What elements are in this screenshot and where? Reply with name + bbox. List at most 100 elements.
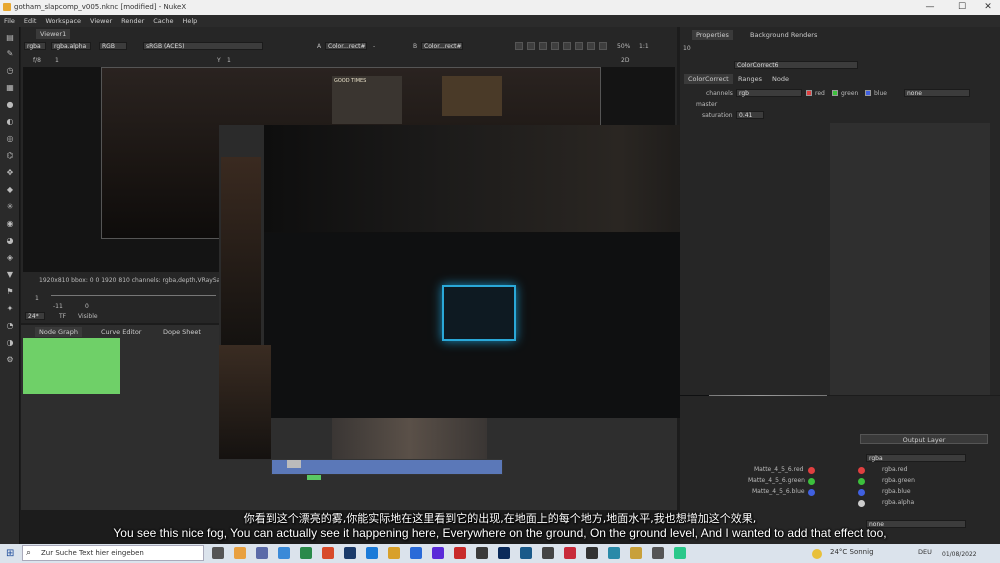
furnace-tool-icon[interactable]: ✦ xyxy=(5,304,15,314)
tab-node-graph[interactable]: Node Graph xyxy=(35,327,82,337)
menu-help[interactable]: Help xyxy=(182,17,197,25)
node-read[interactable] xyxy=(287,460,301,468)
windows-start-icon[interactable]: ⊞ xyxy=(6,548,17,559)
clip-icon[interactable] xyxy=(527,42,535,50)
menu-file[interactable]: File xyxy=(4,17,15,25)
properties-count[interactable]: 10 xyxy=(683,45,691,52)
airmanager-tool-icon[interactable]: ◔ xyxy=(5,321,15,331)
viewer-colorspace-select[interactable]: sRGB (ACES) xyxy=(143,42,263,50)
out-green-dot[interactable] xyxy=(858,478,865,485)
tab-viewer1[interactable]: Viewer1 xyxy=(36,29,71,39)
app-icon-mint[interactable] xyxy=(674,547,686,559)
menu-edit[interactable]: Edit xyxy=(24,17,37,25)
steam-icon[interactable] xyxy=(344,547,356,559)
app-icon-yellow[interactable] xyxy=(630,547,642,559)
chrome-icon[interactable] xyxy=(388,547,400,559)
3d-tool-icon[interactable]: ◆ xyxy=(5,185,15,195)
zoom-level[interactable]: 50% xyxy=(617,43,630,50)
output-layer-select[interactable]: rgba xyxy=(866,454,966,462)
node-group-backdrop[interactable] xyxy=(271,459,503,475)
clock-date[interactable]: 01/08/2022 xyxy=(942,551,977,558)
toolsets-tool-icon[interactable]: ▼ xyxy=(5,270,15,280)
premiere-icon[interactable] xyxy=(476,547,488,559)
other-tool-icon[interactable]: ⚑ xyxy=(5,287,15,297)
input-b-select[interactable]: Color...rect# xyxy=(421,42,463,50)
mail-icon[interactable] xyxy=(278,547,290,559)
transform-tool-icon[interactable]: ✥ xyxy=(5,168,15,178)
filter-tool-icon[interactable]: ◐ xyxy=(5,117,15,127)
views-tool-icon[interactable]: ◕ xyxy=(5,236,15,246)
tf-select[interactable]: TF xyxy=(59,313,66,320)
gain-icon[interactable] xyxy=(551,42,559,50)
view-mode-select[interactable]: 2D xyxy=(621,57,629,64)
particles-tool-icon[interactable]: ✳ xyxy=(5,202,15,212)
weather-text[interactable]: 24°C Sonnig xyxy=(830,548,874,556)
input-a-select[interactable]: Color...rect# xyxy=(325,42,367,50)
matte-red-dot[interactable] xyxy=(808,467,815,474)
overlay-icon[interactable] xyxy=(539,42,547,50)
channel-tool-icon[interactable]: ▦ xyxy=(5,83,15,93)
menu-cache[interactable]: Cache xyxy=(153,17,173,25)
app-icon-orange[interactable] xyxy=(322,547,334,559)
app-icon-gray[interactable] xyxy=(652,547,664,559)
edge-icon[interactable] xyxy=(410,547,422,559)
nuke-taskbar-icon[interactable] xyxy=(542,547,554,559)
viewer-channels-select[interactable]: rgba xyxy=(24,42,46,50)
visual-studio-icon[interactable] xyxy=(432,547,444,559)
merge-tool-icon[interactable]: ⌬ xyxy=(5,151,15,161)
maximize-button[interactable]: ☐ xyxy=(952,2,972,12)
matte-green-dot[interactable] xyxy=(808,478,815,485)
tab-dope-sheet[interactable]: Dope Sheet xyxy=(159,327,205,337)
matte-blue-dot[interactable] xyxy=(808,489,815,496)
tab-curve-editor[interactable]: Curve Editor xyxy=(97,327,145,337)
fps-select[interactable]: 24* xyxy=(25,312,45,320)
node-name-field[interactable]: ColorCorrect6 xyxy=(734,61,858,69)
backdrop-node[interactable] xyxy=(23,338,120,394)
deep-tool-icon[interactable]: ◉ xyxy=(5,219,15,229)
blue-check[interactable] xyxy=(865,90,871,96)
app-icon-teal[interactable] xyxy=(608,547,620,559)
file-explorer-icon[interactable] xyxy=(234,547,246,559)
app-icon-red[interactable] xyxy=(454,547,466,559)
proxy-icon[interactable] xyxy=(575,42,583,50)
roi-icon[interactable] xyxy=(515,42,523,50)
close-button[interactable]: ✕ xyxy=(978,2,998,12)
cache-icon[interactable] xyxy=(587,42,595,50)
lut-icon[interactable] xyxy=(563,42,571,50)
visible-select[interactable]: Visible xyxy=(78,313,98,320)
menu-workspace[interactable]: Workspace xyxy=(45,17,81,25)
taskbar-search-input[interactable]: Zur Suche Text hier eingeben xyxy=(22,545,204,561)
discord-icon[interactable] xyxy=(256,547,268,559)
refresh-icon[interactable] xyxy=(599,42,607,50)
draw-tool-icon[interactable]: ✎ xyxy=(5,49,15,59)
menu-viewer[interactable]: Viewer xyxy=(90,17,112,25)
node-green[interactable] xyxy=(307,475,321,480)
app-icon-green[interactable] xyxy=(300,547,312,559)
app-icon-crimson[interactable] xyxy=(564,547,576,559)
metadata-tool-icon[interactable]: ◈ xyxy=(5,253,15,263)
tab-background-renders[interactable]: Background Renders xyxy=(746,30,821,40)
steam-app-icon[interactable] xyxy=(520,547,532,559)
browser-icon[interactable] xyxy=(366,547,378,559)
language-indicator[interactable]: DEU xyxy=(918,548,932,556)
green-check[interactable] xyxy=(832,90,838,96)
tab-colorcorrect[interactable]: ColorCorrect xyxy=(684,74,733,84)
menu-render[interactable]: Render xyxy=(121,17,144,25)
out-blue-dot[interactable] xyxy=(858,489,865,496)
color-tool-icon[interactable]: ● xyxy=(5,100,15,110)
viewer-rgb-select[interactable]: RGB xyxy=(99,42,127,50)
time-tool-icon[interactable]: ◷ xyxy=(5,66,15,76)
tab-ranges[interactable]: Ranges xyxy=(734,74,766,84)
timeline-bar[interactable] xyxy=(51,295,216,301)
viewer-alpha-select[interactable]: rgba.alpha xyxy=(51,42,91,50)
task-view-icon[interactable] xyxy=(212,547,224,559)
zoom-ratio[interactable]: 1:1 xyxy=(639,43,649,50)
out-alpha-dot[interactable] xyxy=(858,500,865,507)
channels-select[interactable]: rgb xyxy=(736,89,802,97)
alpha-select[interactable]: none xyxy=(904,89,970,97)
image-tool-icon[interactable]: ▤ xyxy=(5,33,15,43)
obs-icon[interactable] xyxy=(586,547,598,559)
cara-tool-icon[interactable]: ◑ xyxy=(5,338,15,348)
gizmo-tool-icon[interactable]: ⚙ xyxy=(5,355,15,365)
keyer-tool-icon[interactable]: ◎ xyxy=(5,134,15,144)
